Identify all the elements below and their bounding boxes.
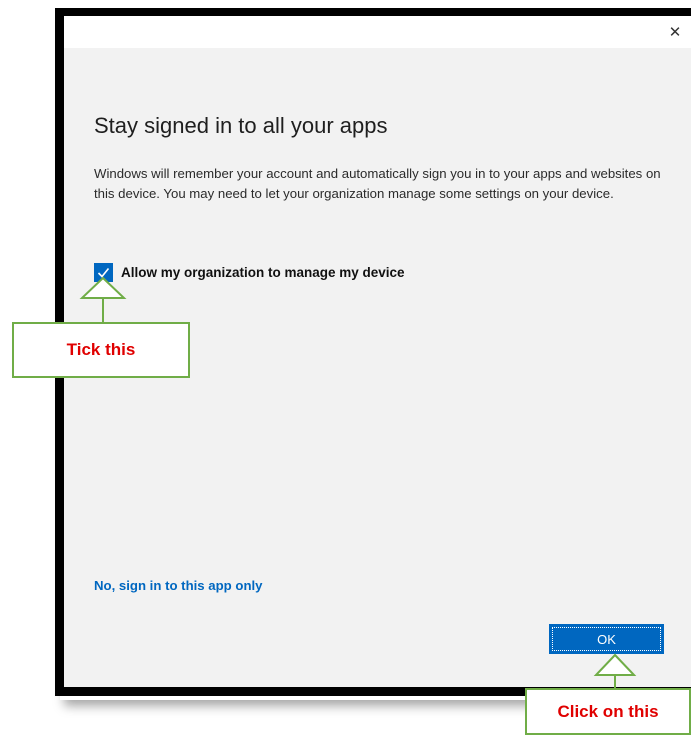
tick-this-callout-text: Tick this — [66, 340, 136, 359]
manage-device-checkbox-label: Allow my organization to manage my devic… — [121, 265, 405, 280]
click-on-this-callout-text: Click on this — [557, 701, 659, 721]
sign-in-this-app-only-link[interactable]: No, sign in to this app only — [94, 578, 263, 593]
manage-device-checkbox-row[interactable]: Allow my organization to manage my devic… — [94, 263, 405, 282]
ok-button[interactable]: OK — [549, 624, 664, 654]
close-icon: ✕ — [668, 24, 682, 41]
ok-button-label: OK — [597, 631, 616, 647]
tick-this-callout: Tick this — [12, 322, 190, 378]
click-on-this-callout: Click on this — [525, 688, 691, 735]
screenshot-stage: ✕ Stay signed in to all your apps Window… — [0, 0, 691, 735]
click-callout-arrow-icon — [593, 653, 637, 689]
dialog-heading: Stay signed in to all your apps — [94, 113, 388, 138]
title-bar: ✕ — [64, 16, 691, 48]
dialog-description: Windows will remember your account and a… — [94, 166, 661, 201]
tick-callout-arrow-icon — [79, 276, 127, 324]
close-button[interactable]: ✕ — [659, 16, 691, 48]
